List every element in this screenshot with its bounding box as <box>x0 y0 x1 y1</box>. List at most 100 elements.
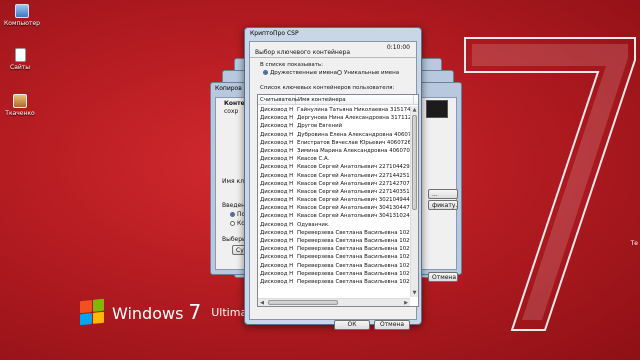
container-name-cell: Гайнулина Татьяна Николаевна 315174256 <box>297 107 410 113</box>
container-list[interactable]: Считыватель Имя контейнера Дисковод H Гай… <box>257 94 419 307</box>
computer-icon <box>15 4 29 18</box>
windows-brand: Windows 7 Ultimate <box>80 298 258 326</box>
option-friendly-names[interactable]: Дружественные имена <box>263 70 337 76</box>
reader-cell: Дисковод H <box>260 205 294 212</box>
key-container-dialog[interactable]: КриптоПро CSP 0:10:00 Выбор ключевого ко… <box>244 27 422 330</box>
scroll-down-icon[interactable]: ▼ <box>411 289 418 297</box>
dialog-client: 0:10:00 Выбор ключевого контейнера В спи… <box>249 41 419 330</box>
horizontal-scrollbar[interactable]: ◀ ▶ <box>258 298 410 306</box>
background-cancel-button[interactable]: Отмена <box>428 272 458 282</box>
list-item[interactable]: Дисковод H Квасов Сергей Анатольевич 2271… <box>258 172 410 180</box>
container-header-icon <box>426 100 448 118</box>
list-item[interactable]: Дисковод H Переверзева Светлана Васильевн… <box>258 253 410 261</box>
reader-cell: Дисковод H <box>260 254 294 261</box>
desktop-icon-label: Сайты <box>10 64 30 71</box>
header-divider <box>250 57 416 58</box>
vertical-scrollbar[interactable]: ▲ ▼ <box>410 106 418 297</box>
container-name-cell: Одуванчик. <box>297 221 330 228</box>
vertical-scroll-thumb[interactable] <box>412 115 417 210</box>
desktop-icon-computer[interactable]: Компьютер <box>2 4 42 27</box>
list-item[interactable]: Дисковод H Дергунова Нина Александровна 3… <box>258 114 410 122</box>
radio-option-2[interactable]: Ко <box>230 220 245 227</box>
list-item[interactable]: Дисковод H Квасов Сергей Анатольевич 3021… <box>258 196 410 204</box>
reader-cell: Дисковод H <box>260 270 294 277</box>
desktop-edge-label: Те <box>630 240 638 247</box>
container-name-cell: Квасов Сергей Анатольевич 227140351 <box>297 188 410 195</box>
horizontal-scroll-thumb[interactable] <box>268 300 338 305</box>
list-rows: Дисковод H Гайнулина Татьяна Николаевна 3… <box>258 106 410 297</box>
scroll-up-icon[interactable]: ▲ <box>411 106 418 114</box>
container-name-cell: Квасов Сергей Анатольевич 304131024 <box>297 213 410 220</box>
list-item[interactable]: Дисковод H Переверзева Светлана Васильевн… <box>258 262 410 270</box>
radio-button[interactable] <box>230 212 235 217</box>
reader-cell: Дисковод H <box>260 278 294 285</box>
container-name-cell: Квасов С.А. <box>297 156 330 163</box>
reader-cell: Дисковод H <box>260 156 294 163</box>
list-header: Считыватель Имя контейнера <box>258 95 418 105</box>
list-item[interactable]: Дисковод H Елистратов Вячеслав Юрьевич 40… <box>258 139 410 147</box>
list-item[interactable]: Дисковод H Одуванчик. <box>258 221 410 229</box>
scroll-right-icon[interactable]: ▶ <box>402 299 410 306</box>
reader-cell: Дисковод H <box>260 229 294 236</box>
reader-cell: Дисковод H <box>260 115 294 122</box>
dialog-header: Выбор ключевого контейнера <box>255 49 351 56</box>
radio-button[interactable] <box>263 70 268 75</box>
container-subtext: сохр <box>224 108 239 115</box>
reader-cell: Дисковод H <box>260 213 294 220</box>
reader-cell: Дисковод H <box>260 238 294 244</box>
list-item[interactable]: Дисковод H Дубровина Елена Александровна … <box>258 131 410 139</box>
container-name-cell: Квасов Сергей Анатольевич 302104944 <box>297 197 410 204</box>
picture-icon <box>13 94 27 108</box>
column-header-container-name[interactable]: Имя контейнера <box>296 95 414 104</box>
list-item[interactable]: Дисковод H Другов Евгений <box>258 122 410 130</box>
list-item[interactable]: Дисковод H Квасов Сергей Анатольевич 2271… <box>258 163 410 171</box>
desktop-icon-sites[interactable]: Сайты <box>0 48 40 71</box>
radio-button[interactable] <box>337 70 342 75</box>
option-unique-names[interactable]: Уникальные имена <box>337 70 399 76</box>
list-item[interactable]: Дисковод H Переверзева Светлана Васильевн… <box>258 278 410 286</box>
list-item[interactable]: Дисковод H Квасов Сергей Анатольевич 2271… <box>258 188 410 196</box>
windows-seven-logo <box>464 37 636 331</box>
list-item[interactable]: Дисковод H Переверзева Светлана Васильевн… <box>258 229 410 237</box>
column-header-reader[interactable]: Считыватель <box>258 95 298 104</box>
list-item[interactable]: Дисковод H Квасов Сергей Анатольевич 3041… <box>258 212 410 220</box>
list-item[interactable]: Дисковод H Квасов Сергей Анатольевич 3041… <box>258 204 410 212</box>
desktop-icon-tkachenko[interactable]: Ткаченко <box>0 94 40 117</box>
container-name-cell: Переверзева Светлана Васильевна 1029092.… <box>297 254 410 261</box>
ok-button[interactable]: ОК <box>334 320 370 330</box>
by-certificate-button[interactable]: фикату... <box>428 200 458 210</box>
countdown-timer: 0:10:00 <box>386 44 410 51</box>
desktop-icon-label: Компьютер <box>4 20 40 27</box>
reader-cell: Дисковод H <box>260 123 294 130</box>
scroll-left-icon[interactable]: ◀ <box>258 299 266 306</box>
container-name-cell: Зимина Марина Александровна 406070929 <box>297 147 410 154</box>
container-heading: Конте <box>224 100 245 107</box>
document-icon <box>14 48 26 62</box>
list-item[interactable]: Дисковод H Гайнулина Татьяна Николаевна 3… <box>258 106 410 114</box>
container-name-cell: Квасов Сергей Анатольевич 227104429 <box>297 164 410 171</box>
list-item[interactable]: Дисковод H Квасов С.А. <box>258 155 410 163</box>
windows-flag-icon <box>80 298 104 326</box>
reader-cell: Дисковод H <box>260 172 294 179</box>
list-item[interactable]: Дисковод H Зимина Марина Александровна 40… <box>258 147 410 155</box>
reader-cell: Дисковод H <box>260 147 294 154</box>
container-name-cell: Переверзева Светлана Васильевна 1029095.… <box>297 270 410 277</box>
container-name-cell: Переверзева Светлана Васильевна 1029090.… <box>297 238 410 244</box>
reader-cell: Дисковод H <box>260 262 294 269</box>
container-name-cell: Квасов Сергей Анатольевич 227142707 <box>297 180 410 187</box>
list-item[interactable]: Дисковод H Переверзева Светлана Васильевн… <box>258 237 410 245</box>
container-name-cell: Елистратов Вячеслав Юрьевич 406072659 <box>297 139 410 146</box>
container-name-cell: Переверзева Светлана Васильевна 1029092.… <box>297 246 410 253</box>
list-item[interactable]: Дисковод H Переверзева Светлана Васильевн… <box>258 245 410 253</box>
radio-button[interactable] <box>230 221 235 226</box>
reader-cell: Дисковод H <box>260 164 294 171</box>
reader-cell: Дисковод H <box>260 131 294 138</box>
cancel-button[interactable]: Отмена <box>374 320 410 330</box>
list-item[interactable]: Дисковод H Квасов Сергей Анатольевич 2271… <box>258 180 410 188</box>
container-name-cell: Переверзева Светлана Васильевна 1029093.… <box>297 262 410 269</box>
list-item[interactable]: Дисковод H Переверзева Светлана Васильевн… <box>258 270 410 278</box>
radio-option-1[interactable]: По <box>230 211 245 218</box>
browse-button[interactable]: ... <box>428 189 458 199</box>
container-name-cell: Квасов Сергей Анатольевич 227144251 <box>297 172 410 179</box>
show-label: В списке показывать: <box>260 62 324 68</box>
